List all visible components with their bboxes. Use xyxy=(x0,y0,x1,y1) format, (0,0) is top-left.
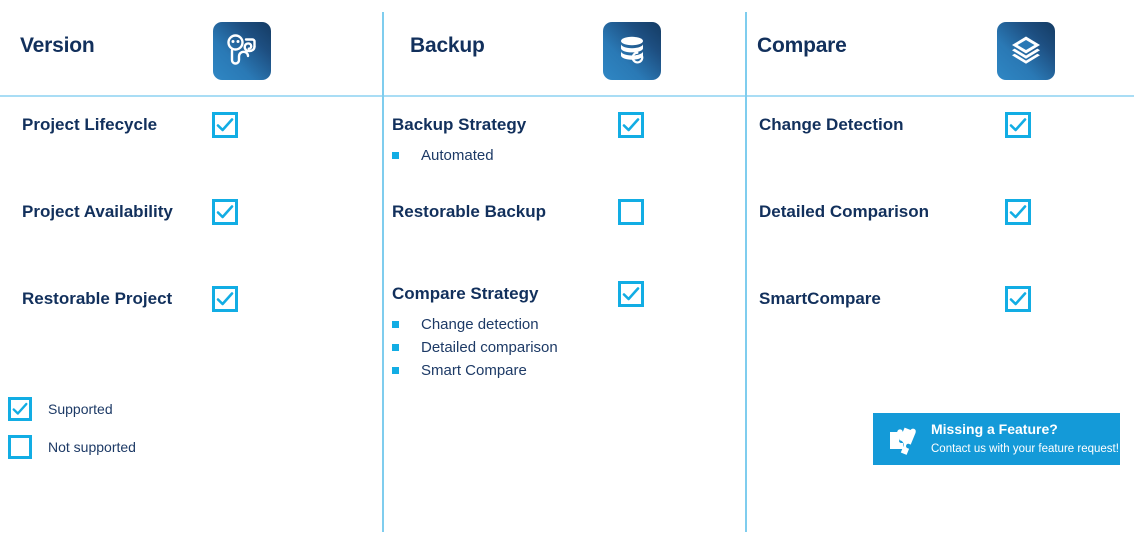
feature-row: Detailed Comparison xyxy=(759,199,1134,225)
list-item: Detailed comparison xyxy=(392,336,745,359)
feature-label: Backup Strategy xyxy=(392,115,527,134)
status-checkbox-checked[interactable] xyxy=(618,281,644,307)
subitem-label: Automated xyxy=(421,147,494,164)
feature-label: Project Availability xyxy=(22,202,173,221)
layers-stack-icon xyxy=(997,22,1055,80)
database-restore-icon xyxy=(603,22,661,80)
bullet-icon xyxy=(392,367,399,374)
feature-row: SmartCompare xyxy=(759,286,1134,312)
bullet-icon xyxy=(392,344,399,351)
status-checkbox-checked[interactable] xyxy=(212,199,238,225)
feature-label: Project Lifecycle xyxy=(22,115,158,134)
legend: Supported Not supported xyxy=(8,394,136,470)
feature-row: Change Detection xyxy=(759,112,1134,138)
status-checkbox-unchecked[interactable] xyxy=(618,199,644,225)
feature-label: Restorable Backup xyxy=(392,202,546,221)
column-compare: Compare Change Detection Detailed Compar… xyxy=(747,0,1134,534)
column-header-backup: Backup xyxy=(384,18,745,82)
legend-checkbox-unchecked xyxy=(8,435,32,459)
legend-label-supported: Supported xyxy=(48,401,113,417)
comparison-matrix: Version Project Lifecycle Project Availa… xyxy=(0,0,1134,534)
subitem-label: Smart Compare xyxy=(421,362,527,379)
subitem-label: Detailed comparison xyxy=(421,339,558,356)
version-fingerprint-icon xyxy=(213,22,271,80)
feature-label: Restorable Project xyxy=(22,289,173,308)
column-title-compare: Compare xyxy=(757,34,847,57)
missing-feature-banner[interactable]: Missing a Feature? Contact us with your … xyxy=(873,413,1120,465)
list-item: Smart Compare xyxy=(392,359,745,382)
feature-subitems: Change detection Detailed comparison Sma… xyxy=(392,313,745,382)
subitem-label: Change detection xyxy=(421,316,539,333)
feature-subitems: Automated xyxy=(392,144,745,167)
status-checkbox-checked[interactable] xyxy=(1005,199,1031,225)
legend-checkbox-checked xyxy=(8,397,32,421)
bullet-icon xyxy=(392,152,399,159)
feature-row: Restorable Backup xyxy=(392,199,745,225)
feature-label: SmartCompare xyxy=(759,289,881,308)
feature-row: Project Lifecycle xyxy=(22,112,382,138)
column-version: Version Project Lifecycle Project Availa… xyxy=(0,0,382,534)
feature-label: Compare Strategy xyxy=(392,284,539,303)
feature-label: Detailed Comparison xyxy=(759,202,930,221)
legend-label-not-supported: Not supported xyxy=(48,439,136,455)
feature-row: Backup Strategy Automated xyxy=(392,112,745,167)
status-checkbox-checked[interactable] xyxy=(1005,286,1031,312)
banner-title: Missing a Feature? xyxy=(931,421,1058,438)
status-checkbox-checked[interactable] xyxy=(212,286,238,312)
column-title-version: Version xyxy=(20,34,95,57)
status-checkbox-checked[interactable] xyxy=(1005,112,1031,138)
legend-row-supported: Supported xyxy=(8,394,136,424)
list-item: Automated xyxy=(392,144,745,167)
banner-text: Missing a Feature? Contact us with your … xyxy=(931,421,1119,457)
banner-subtitle: Contact us with your feature request! xyxy=(931,443,1119,455)
column-header-compare: Compare xyxy=(747,18,1134,82)
list-item: Change detection xyxy=(392,313,745,336)
column-header-version: Version xyxy=(0,18,382,82)
bullet-icon xyxy=(392,321,399,328)
feature-row: Restorable Project xyxy=(22,286,382,312)
feature-row: Project Availability xyxy=(22,199,382,225)
feature-label: Change Detection xyxy=(759,115,904,134)
column-backup: Backup Backup Strategy Automated Restora… xyxy=(384,0,745,534)
status-checkbox-checked[interactable] xyxy=(212,112,238,138)
legend-row-not-supported: Not supported xyxy=(8,432,136,462)
feature-row: Compare Strategy Change detection Detail… xyxy=(392,281,745,382)
column-title-backup: Backup xyxy=(410,34,485,57)
puzzle-piece-icon xyxy=(887,423,919,455)
status-checkbox-checked[interactable] xyxy=(618,112,644,138)
